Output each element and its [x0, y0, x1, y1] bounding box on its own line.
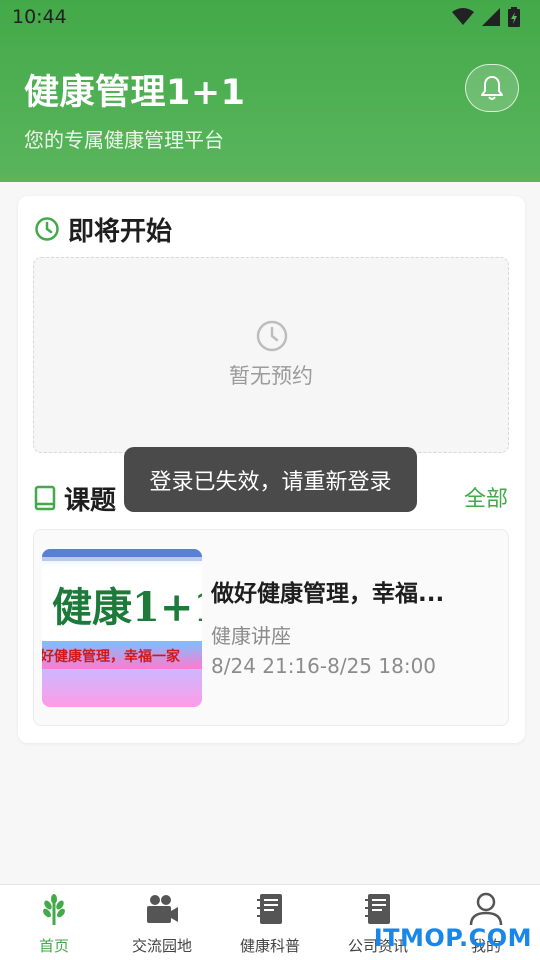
upcoming-header: 即将开始: [34, 212, 173, 247]
clock-icon: [35, 217, 59, 241]
watermark-logo: ITMOP.COM: [373, 924, 532, 952]
session-expired-toast: 登录已失效，请重新登录: [124, 447, 417, 512]
empty-text: 暂无预约: [229, 364, 313, 388]
battery-icon: [508, 7, 520, 27]
status-bar: 10:44: [0, 0, 540, 36]
courses-title: 课题: [64, 485, 117, 516]
app-title: 健康管理1+1: [24, 73, 246, 113]
notification-button[interactable]: [465, 64, 519, 112]
view-all-link[interactable]: 全部: [464, 481, 508, 513]
tab-label: 健康科普: [239, 937, 300, 955]
app-subtitle: 您的专属健康管理平台: [24, 128, 224, 152]
video-camera-icon: [147, 895, 178, 923]
course-thumbnail: 健康1+1 好健康管理，幸福一家: [42, 549, 202, 707]
wifi-icon: [452, 8, 474, 25]
thumbnail-logo-text: 健康1+1: [52, 584, 202, 631]
course-time: 8/24 21:16-8/25 18:00: [211, 654, 437, 678]
wheat-icon: [43, 894, 65, 925]
upcoming-title: 即将开始: [68, 216, 173, 247]
status-time: 10:44: [12, 6, 67, 28]
notebook-icon: [257, 894, 282, 924]
notebook-icon: [365, 894, 390, 924]
app-header: 10:44 健康管理1+1 您的专属健康管理平台: [0, 0, 540, 182]
clock-icon: [256, 320, 288, 352]
user-icon: [469, 892, 503, 926]
course-category: 健康讲座: [211, 624, 291, 648]
empty-appointment-box: 暂无预约: [33, 257, 509, 453]
tab-label: 首页: [38, 937, 69, 955]
tab-home[interactable]: 首页: [0, 885, 108, 960]
signal-icon: [482, 8, 500, 26]
course-list-item[interactable]: 健康1+1 好健康管理，幸福一家 做好健康管理，幸福... 健康讲座 8/24 …: [33, 529, 509, 726]
tab-health-science[interactable]: 健康科普: [216, 885, 324, 960]
bell-icon: [481, 76, 503, 100]
course-title: 做好健康管理，幸福...: [211, 581, 445, 607]
tab-label: 交流园地: [131, 937, 192, 955]
courses-header: 课题: [34, 481, 117, 516]
thumbnail-banner-text: 好健康管理，幸福一家: [42, 649, 180, 665]
tab-community[interactable]: 交流园地: [108, 885, 216, 960]
status-icons: [452, 6, 520, 28]
book-icon: [34, 485, 56, 511]
